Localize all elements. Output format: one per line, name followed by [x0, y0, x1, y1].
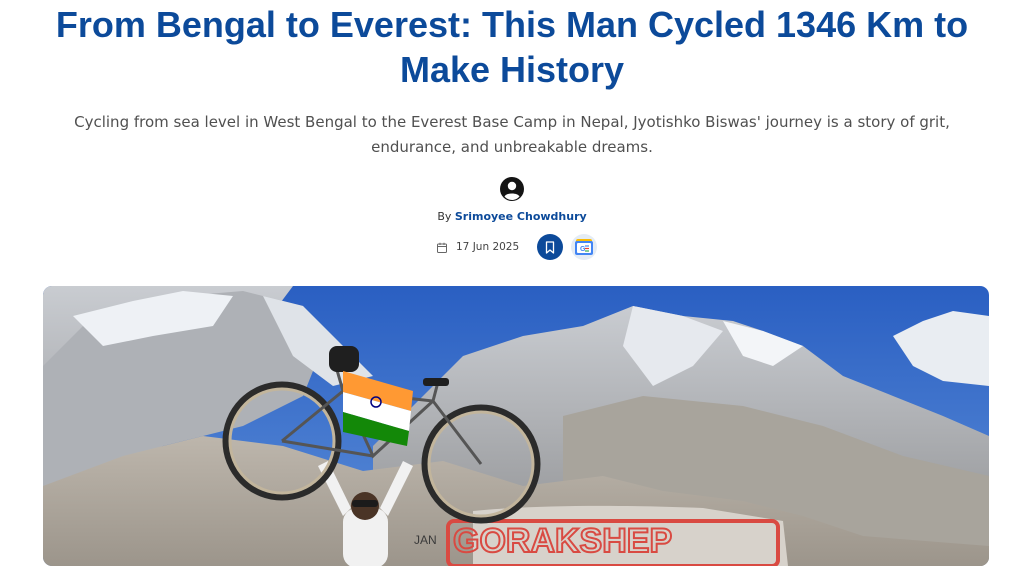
calendar-icon — [436, 241, 448, 253]
publish-date: 17 Jun 2025 — [456, 241, 520, 253]
svg-text:G: G — [580, 246, 586, 253]
bookmark-button[interactable] — [537, 234, 564, 260]
hero-rock-text-jan: JAN — [414, 533, 437, 547]
bookmark-icon — [546, 240, 555, 254]
google-news-button[interactable]: G — [571, 234, 598, 260]
article-meta: 17 Jun 2025 G — [436, 233, 598, 261]
author-link[interactable]: Srimoyee Chowdhury — [455, 210, 587, 223]
author-avatar-icon[interactable] — [499, 176, 525, 202]
hero-image: GORAKSHEP JAN — [43, 286, 989, 566]
google-news-icon: G — [575, 239, 594, 255]
article-headline: From Bengal to Everest: This Man Cycled … — [55, 4, 969, 90]
byline-prefix: By — [437, 210, 452, 223]
hero-rock-text-gorakshep: GORAKSHEP — [453, 522, 672, 560]
byline: By Srimoyee Chowdhury — [0, 210, 1024, 223]
article-subheadline: Cycling from sea level in West Bengal to… — [74, 113, 950, 156]
